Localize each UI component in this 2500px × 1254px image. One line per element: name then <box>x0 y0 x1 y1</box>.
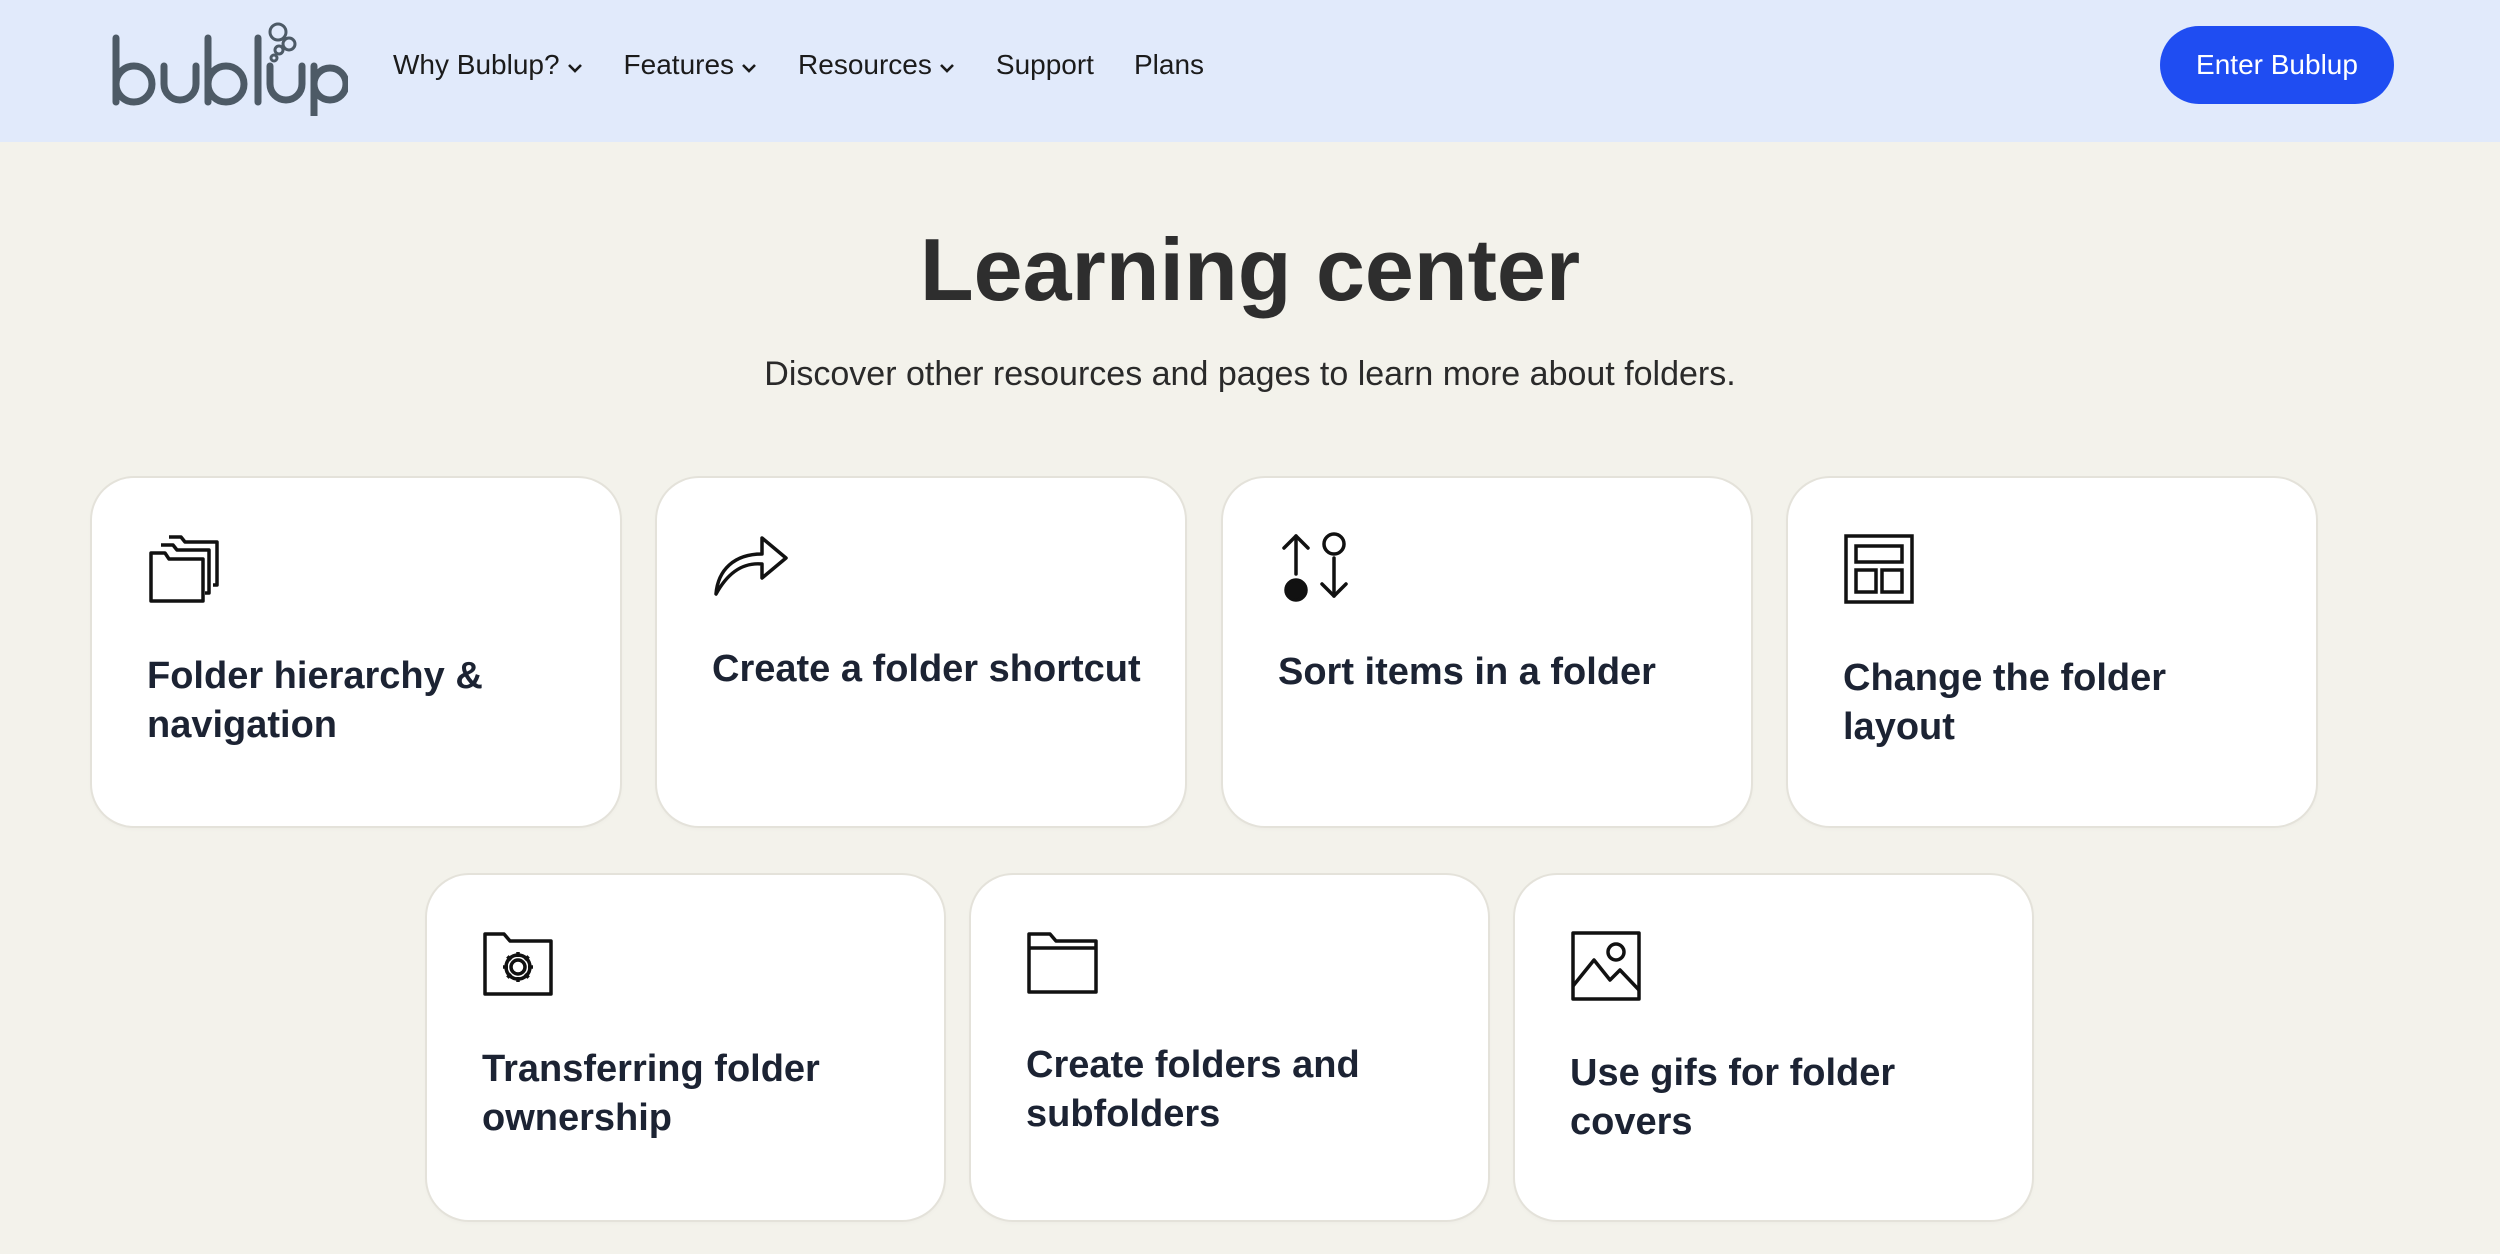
top-nav: Why Bublup? Features Resources Support P… <box>0 0 2500 142</box>
card-title: Transferring folder ownership <box>482 1048 820 1139</box>
nav-support-label: Support <box>995 49 1094 80</box>
card-create-folders[interactable]: Create folders and subfolders <box>971 875 1488 1220</box>
nav-resources-label: Resources <box>798 49 932 80</box>
card-folder-hierarchy[interactable]: Folder hierarchy & navigation <box>92 478 620 826</box>
card-folder-layout[interactable]: Change the folder layout <box>1788 478 2316 826</box>
folder-gear-icon <box>482 930 554 1003</box>
card-gif-covers[interactable]: Use gifs for folder covers <box>1515 875 2032 1220</box>
card-title: Create folders and subfolders <box>1026 1044 1360 1135</box>
card-folder-shortcut[interactable]: Create a folder shortcut <box>657 478 1185 826</box>
stacked-folders-icon <box>147 533 221 610</box>
page-subtitle: Discover other resources and pages to le… <box>764 355 1736 393</box>
card-title: Change the folder layout <box>1843 657 2167 748</box>
card-title: Sort items in a folder <box>1278 651 1656 693</box>
bublup-logo[interactable] <box>108 20 350 121</box>
nav-plans-label: Plans <box>1133 49 1205 80</box>
nav-features-label: Features <box>623 49 735 80</box>
chevron-down-icon <box>938 49 956 81</box>
main-menu: Why Bublup? Features Resources Support P… <box>393 0 1244 130</box>
chevron-down-icon <box>566 49 584 81</box>
card-title: Create a folder shortcut <box>712 648 1141 690</box>
enter-bublup-button[interactable]: Enter Bublup <box>2160 26 2394 104</box>
card-transferring-ownership[interactable]: Transferring folder ownership <box>427 875 944 1220</box>
nav-why-bublup[interactable]: Why Bublup? <box>393 49 584 81</box>
bublup-logo-mark <box>112 22 350 120</box>
layout-icon <box>1843 533 1915 610</box>
folder-icon <box>1026 930 1100 1001</box>
page-title: Learning center <box>919 220 1581 319</box>
share-arrow-icon <box>712 530 790 603</box>
chevron-down-icon <box>740 49 758 81</box>
nav-support[interactable]: Support <box>996 49 1094 81</box>
card-title: Folder hierarchy & navigation <box>147 655 483 746</box>
card-title: Use gifs for folder covers <box>1570 1052 1896 1143</box>
nav-why-bublup-label: Why Bublup? <box>393 49 560 80</box>
image-icon <box>1570 930 1642 1007</box>
sort-icon <box>1278 530 1354 607</box>
nav-features[interactable]: Features <box>624 49 759 81</box>
nav-plans[interactable]: Plans <box>1134 49 1204 81</box>
nav-resources[interactable]: Resources <box>798 49 956 81</box>
card-sort-items[interactable]: Sort items in a folder <box>1223 478 1751 826</box>
